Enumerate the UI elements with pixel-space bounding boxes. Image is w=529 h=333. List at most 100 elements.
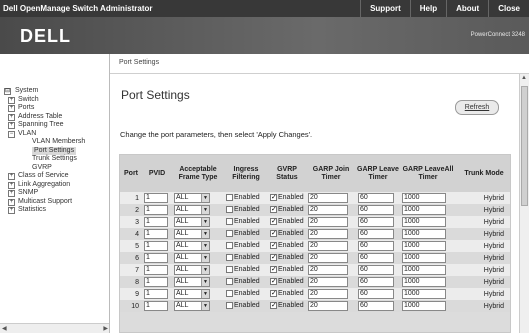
main-vertical-scrollbar[interactable]: ▲ xyxy=(519,74,529,333)
chevron-down-icon[interactable]: ▼ xyxy=(201,206,209,214)
expand-icon[interactable]: + xyxy=(8,181,15,189)
frame-type-select[interactable]: ALL ▼ xyxy=(174,265,210,275)
leave-timer-input[interactable]: 60 xyxy=(358,289,394,299)
chevron-down-icon[interactable]: ▼ xyxy=(201,230,209,238)
scroll-up-icon[interactable]: ▲ xyxy=(521,75,527,81)
pvid-input[interactable]: 1 xyxy=(144,193,168,203)
pvid-input[interactable]: 1 xyxy=(144,229,168,239)
expand-icon[interactable]: + xyxy=(8,113,15,121)
gvrp-checkbox[interactable] xyxy=(270,254,277,262)
help-link[interactable]: Help xyxy=(409,0,446,17)
leaveall-timer-input[interactable]: 1000 xyxy=(402,193,446,203)
leave-timer-input[interactable]: 60 xyxy=(358,301,394,311)
join-timer-input[interactable]: 20 xyxy=(308,241,348,251)
leaveall-timer-input[interactable]: 1000 xyxy=(402,253,446,263)
chevron-down-icon[interactable]: ▼ xyxy=(201,254,209,262)
chevron-down-icon[interactable]: ▼ xyxy=(201,266,209,274)
frame-type-select[interactable]: ALL ▼ xyxy=(174,289,210,299)
ingress-checkbox[interactable] xyxy=(226,254,233,262)
pvid-input[interactable]: 1 xyxy=(144,241,168,251)
gvrp-checkbox[interactable] xyxy=(270,290,277,298)
scroll-thumb[interactable] xyxy=(521,86,528,206)
expand-icon[interactable]: + xyxy=(8,198,15,206)
expand-icon[interactable]: + xyxy=(8,96,15,104)
ingress-checkbox[interactable] xyxy=(226,290,233,298)
scroll-right-icon[interactable]: ▶ xyxy=(103,325,108,332)
chevron-down-icon[interactable]: ▼ xyxy=(201,218,209,226)
leave-timer-input[interactable]: 60 xyxy=(358,241,394,251)
leaveall-timer-input[interactable]: 1000 xyxy=(402,217,446,227)
join-timer-input[interactable]: 20 xyxy=(308,217,348,227)
frame-type-select[interactable]: ALL ▼ xyxy=(174,277,210,287)
pvid-input[interactable]: 1 xyxy=(144,205,168,215)
join-timer-input[interactable]: 20 xyxy=(308,301,348,311)
leave-timer-input[interactable]: 60 xyxy=(358,205,394,215)
ingress-checkbox[interactable] xyxy=(226,218,233,226)
chevron-down-icon[interactable]: ▼ xyxy=(201,278,209,286)
join-timer-input[interactable]: 20 xyxy=(308,229,348,239)
leave-timer-input[interactable]: 60 xyxy=(358,265,394,275)
leave-timer-input[interactable]: 60 xyxy=(358,229,394,239)
expand-icon[interactable]: + xyxy=(8,190,15,197)
pvid-input[interactable]: 1 xyxy=(144,301,168,311)
join-timer-input[interactable]: 20 xyxy=(308,277,348,287)
join-timer-input[interactable]: 20 xyxy=(308,193,348,203)
sidebar-horizontal-scrollbar[interactable]: ◀ ▶ xyxy=(0,323,109,333)
scroll-left-icon[interactable]: ◀ xyxy=(2,325,7,332)
pvid-input[interactable]: 1 xyxy=(144,253,168,263)
collapse-icon[interactable]: ⊟ xyxy=(4,88,11,95)
frame-type-select[interactable]: ALL ▼ xyxy=(174,229,210,239)
ingress-checkbox[interactable] xyxy=(226,206,233,214)
frame-type-select[interactable]: ALL ▼ xyxy=(174,193,210,203)
frame-type-select[interactable]: ALL ▼ xyxy=(174,253,210,263)
pvid-input[interactable]: 1 xyxy=(144,265,168,275)
ingress-checkbox[interactable] xyxy=(226,242,233,250)
about-link[interactable]: About xyxy=(446,0,488,17)
chevron-down-icon[interactable]: ▼ xyxy=(201,194,209,202)
leave-timer-input[interactable]: 60 xyxy=(358,193,394,203)
expand-icon[interactable]: + xyxy=(8,173,15,180)
frame-type-select[interactable]: ALL ▼ xyxy=(174,301,210,311)
close-link[interactable]: Close xyxy=(488,0,529,17)
ingress-checkbox[interactable] xyxy=(226,278,233,286)
frame-type-select[interactable]: ALL ▼ xyxy=(174,205,210,215)
collapse-icon[interactable]: − xyxy=(8,130,15,138)
frame-type-select[interactable]: ALL ▼ xyxy=(174,217,210,227)
leaveall-timer-input[interactable]: 1000 xyxy=(402,265,446,275)
chevron-down-icon[interactable]: ▼ xyxy=(201,242,209,250)
leaveall-timer-input[interactable]: 1000 xyxy=(402,277,446,287)
pvid-input[interactable]: 1 xyxy=(144,217,168,227)
expand-icon[interactable]: + xyxy=(8,207,15,214)
gvrp-checkbox[interactable] xyxy=(270,218,277,226)
gvrp-checkbox[interactable] xyxy=(270,230,277,238)
leaveall-timer-input[interactable]: 1000 xyxy=(402,289,446,299)
gvrp-checkbox[interactable] xyxy=(270,206,277,214)
gvrp-checkbox[interactable] xyxy=(270,302,277,310)
leaveall-timer-input[interactable]: 1000 xyxy=(402,229,446,239)
pvid-input[interactable]: 1 xyxy=(144,289,168,299)
chevron-down-icon[interactable]: ▼ xyxy=(201,302,209,310)
gvrp-checkbox[interactable] xyxy=(270,194,277,202)
leave-timer-input[interactable]: 60 xyxy=(358,253,394,263)
gvrp-checkbox[interactable] xyxy=(270,266,277,274)
gvrp-checkbox[interactable] xyxy=(270,242,277,250)
expand-icon[interactable]: + xyxy=(8,122,15,129)
support-link[interactable]: Support xyxy=(360,0,410,17)
gvrp-checkbox[interactable] xyxy=(270,278,277,286)
leaveall-timer-input[interactable]: 1000 xyxy=(402,301,446,311)
ingress-checkbox[interactable] xyxy=(226,266,233,274)
join-timer-input[interactable]: 20 xyxy=(308,265,348,275)
ingress-checkbox[interactable] xyxy=(226,194,233,202)
join-timer-input[interactable]: 20 xyxy=(308,205,348,215)
leave-timer-input[interactable]: 60 xyxy=(358,277,394,287)
leave-timer-input[interactable]: 60 xyxy=(358,217,394,227)
leaveall-timer-input[interactable]: 1000 xyxy=(402,205,446,215)
leaveall-timer-input[interactable]: 1000 xyxy=(402,241,446,251)
expand-icon[interactable]: + xyxy=(8,105,15,112)
chevron-down-icon[interactable]: ▼ xyxy=(201,290,209,298)
frame-type-select[interactable]: ALL ▼ xyxy=(174,241,210,251)
join-timer-input[interactable]: 20 xyxy=(308,253,348,263)
join-timer-input[interactable]: 20 xyxy=(308,289,348,299)
ingress-checkbox[interactable] xyxy=(226,230,233,238)
refresh-button[interactable]: Refresh xyxy=(455,100,499,115)
